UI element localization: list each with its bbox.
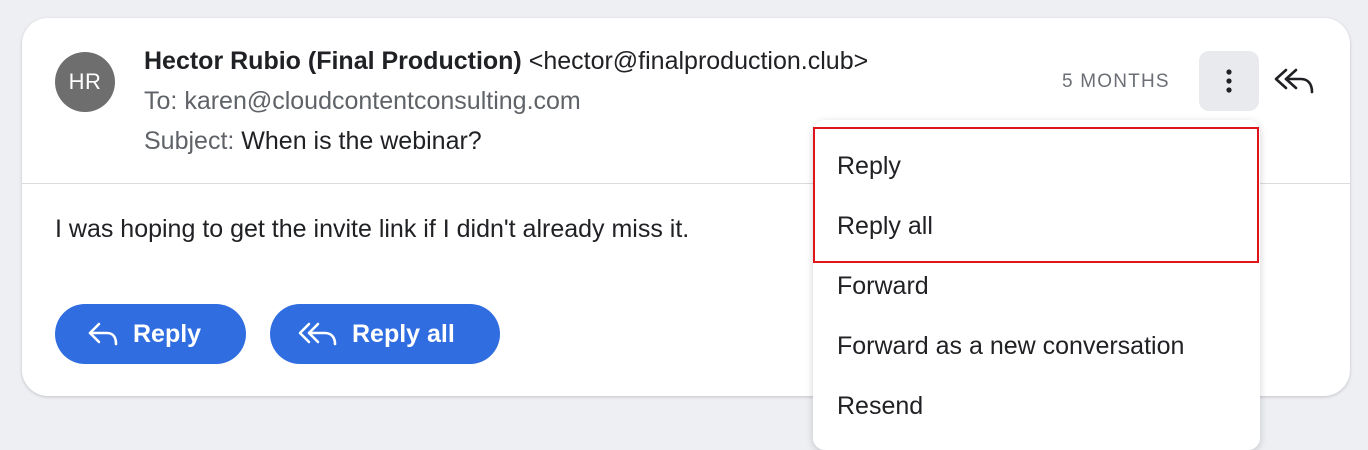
menu-item-forward[interactable]: Forward: [837, 272, 929, 301]
to-label: To:: [144, 87, 178, 115]
sender-name: Hector Rubio (Final Production): [144, 47, 522, 75]
reply-all-top-button[interactable]: [1272, 61, 1316, 101]
avatar: HR: [55, 52, 115, 112]
reply-all-icon: [298, 322, 337, 346]
recipient-line: To: karen@cloudcontentconsulting.com: [144, 87, 581, 116]
menu-item-reply[interactable]: Reply: [837, 152, 901, 181]
subject-line: Subject: When is the webinar?: [144, 127, 482, 156]
more-options-menu: Reply Reply all Forward Forward as a new…: [813, 120, 1260, 450]
subject-value: When is the webinar?: [241, 127, 482, 155]
menu-item-resend[interactable]: Resend: [837, 392, 923, 421]
reply-button-label: Reply: [133, 319, 202, 348]
message-time: 5 MONTHS: [1062, 71, 1170, 92]
sender-line: Hector Rubio (Final Production) <hector@…: [144, 47, 868, 76]
reply-all-button[interactable]: Reply all: [270, 304, 500, 364]
reply-icon: [88, 322, 118, 346]
menu-item-forward-new-conversation[interactable]: Forward as a new conversation: [837, 332, 1184, 361]
more-vertical-icon: [1226, 69, 1232, 93]
more-options-button[interactable]: [1199, 51, 1259, 111]
to-value: karen@cloudcontentconsulting.com: [184, 87, 581, 115]
reply-button[interactable]: Reply: [55, 304, 246, 364]
menu-item-reply-all[interactable]: Reply all: [837, 212, 933, 241]
subject-label: Subject:: [144, 127, 235, 155]
reply-all-button-label: Reply all: [352, 319, 455, 348]
message-body: I was hoping to get the invite link if I…: [55, 215, 690, 243]
sender-email: <hector@finalproduction.club>: [528, 47, 869, 75]
reply-all-icon: [1274, 68, 1314, 94]
